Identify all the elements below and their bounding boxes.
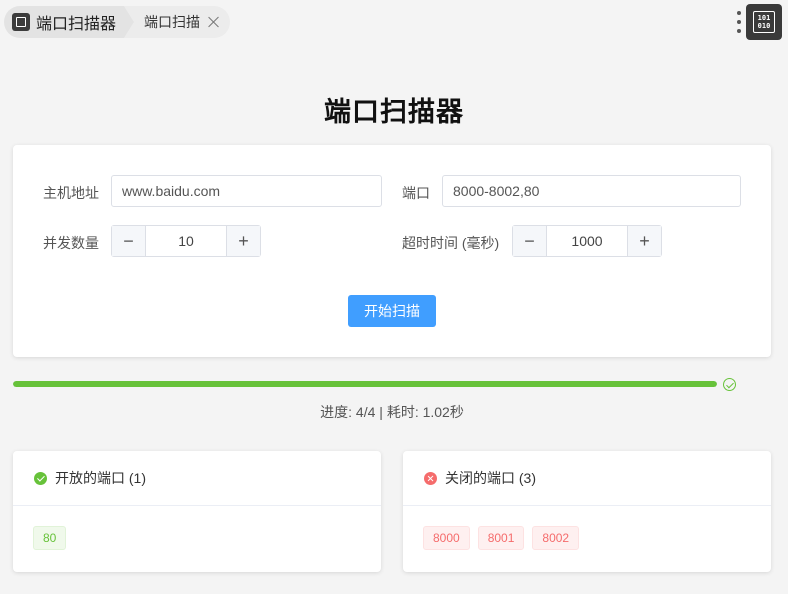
open-ports-list: 80 (13, 506, 381, 550)
progress-bar (13, 381, 717, 387)
closed-port-tag: 8002 (532, 526, 580, 550)
closed-port-tag: 8001 (477, 526, 525, 550)
port-input[interactable] (442, 175, 741, 207)
timeout-decrement-button[interactable]: − (513, 226, 547, 256)
closed-ports-title: 关闭的端口 (3) (445, 470, 536, 486)
concurrency-decrement-button[interactable]: − (112, 226, 146, 256)
closed-ports-card: 关闭的端口 (3) 8000 8001 8002 (403, 451, 771, 572)
binary-icon[interactable]: 101 010 (746, 4, 782, 40)
scan-form-card: 主机地址 端口 并发数量 − 10 + 超时时间 (毫秒) − 1000 + 开… (13, 145, 771, 357)
open-ports-card: 开放的端口 (1) 80 (13, 451, 381, 572)
host-label: 主机地址 (43, 185, 99, 201)
port-label: 端口 (402, 185, 430, 201)
open-ports-header: 开放的端口 (1) (13, 451, 381, 506)
timeout-value[interactable]: 1000 (547, 226, 627, 256)
check-circle-icon (723, 378, 736, 391)
host-input[interactable] (111, 175, 382, 207)
close-icon[interactable] (208, 16, 220, 28)
closed-ports-list: 8000 8001 8002 (403, 506, 771, 550)
breadcrumb: 端口扫描器 端口扫描 (4, 6, 231, 38)
concurrency-label: 并发数量 (43, 235, 99, 251)
timeout-label: 超时时间 (毫秒) (402, 235, 500, 251)
timeout-increment-button[interactable]: + (627, 226, 661, 256)
more-icon[interactable] (735, 10, 743, 34)
concurrency-increment-button[interactable]: + (226, 226, 260, 256)
start-scan-button[interactable]: 开始扫描 (348, 295, 436, 327)
progress-fill (13, 381, 717, 387)
progress-text: 进度: 4/4 | 耗时: 1.02秒 (320, 404, 464, 420)
timeout-stepper: − 1000 + (512, 225, 662, 257)
app-icon (12, 13, 30, 31)
error-circle-icon (424, 471, 437, 485)
page-title: 端口扫描器 (324, 97, 464, 127)
tab-port-scan-label: 端口扫描 (144, 14, 201, 30)
concurrency-stepper: − 10 + (111, 225, 261, 257)
concurrency-value[interactable]: 10 (146, 226, 226, 256)
closed-port-tag: 8000 (423, 526, 470, 550)
breadcrumb-app[interactable]: 端口扫描器 (4, 6, 135, 38)
open-port-tag: 80 (33, 526, 67, 550)
tab-port-scan[interactable]: 端口扫描 (124, 6, 231, 38)
open-ports-title: 开放的端口 (1) (55, 470, 146, 486)
check-circle-icon (34, 471, 47, 485)
breadcrumb-app-label: 端口扫描器 (36, 16, 117, 33)
closed-ports-header: 关闭的端口 (3) (403, 451, 771, 506)
